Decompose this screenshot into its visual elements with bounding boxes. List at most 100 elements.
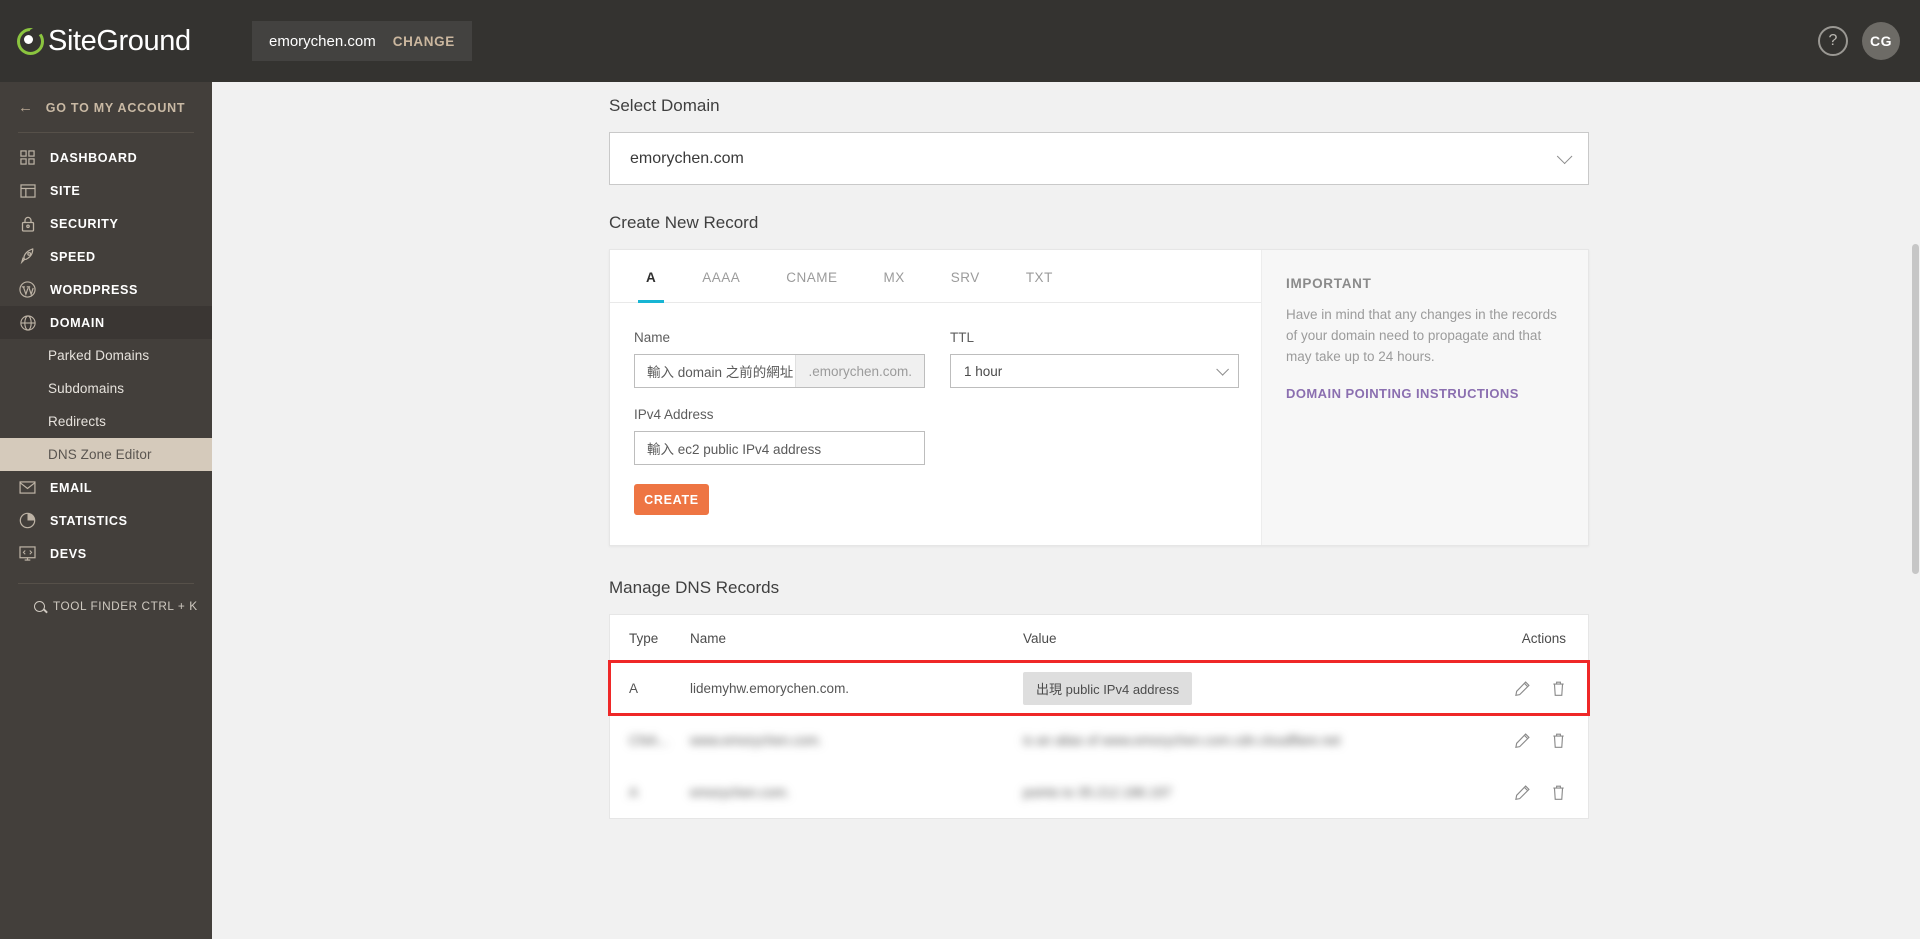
code-monitor-icon	[18, 544, 37, 563]
record-type-tabs: A AAAA CNAME MX SRV TXT	[610, 250, 1261, 303]
name-domain-suffix: .emorychen.com.	[795, 355, 924, 387]
pencil-icon[interactable]	[1514, 784, 1531, 801]
vertical-scrollbar[interactable]	[1911, 164, 1920, 939]
go-to-my-account-link[interactable]: ← GO TO MY ACCOUNT	[0, 82, 212, 132]
sidebar-item-domain[interactable]: DOMAIN	[0, 306, 212, 339]
trash-icon[interactable]	[1551, 784, 1566, 801]
current-domain-label: emorychen.com	[269, 32, 376, 50]
table-row[interactable]: A lidemyhw.emorychen.com. 出現 public IPv4…	[608, 660, 1590, 716]
sidebar-item-security[interactable]: SECURITY	[0, 207, 212, 240]
create-record-card: A AAAA CNAME MX SRV TXT Name 輸入 domain 之…	[609, 249, 1589, 546]
sidebar-item-email[interactable]: EMAIL	[0, 471, 212, 504]
ttl-field-group: TTL 1 hour	[950, 330, 1239, 388]
ttl-select[interactable]: 1 hour	[950, 354, 1239, 388]
pie-chart-icon	[18, 511, 37, 530]
pencil-icon[interactable]	[1514, 732, 1531, 749]
create-button[interactable]: CREATE	[634, 484, 709, 515]
sidebar-item-label: SITE	[50, 183, 81, 198]
column-header-value: Value	[1023, 630, 1057, 646]
content-column: Select Domain emorychen.com Create New R…	[608, 82, 1590, 819]
row-actions	[1438, 732, 1588, 749]
sidebar-subitem-subdomains[interactable]: Subdomains	[0, 372, 212, 405]
top-bar: SiteGround emorychen.com CHANGE ? CG	[0, 0, 1920, 82]
manage-records-section: Manage DNS Records Type Name Value Actio…	[608, 578, 1590, 819]
brand-logo[interactable]: SiteGround	[0, 25, 260, 58]
column-header-actions: Actions	[1521, 630, 1566, 646]
grid-icon	[18, 148, 37, 167]
tool-finder-button[interactable]: TOOL FINDER CTRL + K	[0, 584, 212, 613]
name-field-group: Name 輸入 domain 之前的網址 .emorychen.com.	[634, 330, 925, 388]
ipv4-field-group: IPv4 Address 輸入 ec2 public IPv4 address	[634, 407, 1237, 465]
ttl-value: 1 hour	[964, 363, 1003, 379]
sidebar-item-speed[interactable]: SPEED	[0, 240, 212, 273]
sidebar-divider	[18, 132, 194, 133]
scrollbar-thumb[interactable]	[1912, 244, 1919, 574]
sidebar-item-label: WORDPRESS	[50, 282, 138, 297]
sidebar-subitem-parked-domains[interactable]: Parked Domains	[0, 339, 212, 372]
create-record-title: Create New Record	[609, 213, 759, 232]
cell-type: A	[629, 784, 639, 800]
cell-value: is an alias of www.emorychen.com.cdn.clo…	[1023, 732, 1341, 748]
cell-value: 出現 public IPv4 address	[1023, 671, 1438, 705]
tab-aaaa[interactable]: AAAA	[702, 250, 740, 302]
sidebar-item-site[interactable]: SITE	[0, 174, 212, 207]
value-badge: 出現 public IPv4 address	[1023, 671, 1193, 705]
sidebar-subitem-dns-zone-editor[interactable]: DNS Zone Editor	[0, 438, 212, 471]
ipv4-input[interactable]: 輸入 ec2 public IPv4 address	[634, 431, 925, 465]
name-input[interactable]: 輸入 domain 之前的網址	[635, 355, 795, 387]
globe-icon	[18, 313, 37, 332]
sidebar-subitem-label: Parked Domains	[48, 348, 150, 363]
help-icon[interactable]: ?	[1818, 26, 1848, 56]
dns-records-table: Type Name Value Actions A lidemyhw.emory…	[608, 614, 1590, 819]
create-record-form-panel: A AAAA CNAME MX SRV TXT Name 輸入 domain 之…	[610, 250, 1261, 545]
pencil-icon[interactable]	[1514, 680, 1531, 697]
sidebar-item-wordpress[interactable]: WORDPRESS	[0, 273, 212, 306]
sidebar-item-dashboard[interactable]: DASHBOARD	[0, 141, 212, 174]
sidebar-item-label: SPEED	[50, 249, 96, 264]
tool-finder-label: TOOL FINDER CTRL + K	[53, 599, 198, 613]
column-header-name: Name	[690, 630, 727, 646]
sidebar-subitem-label: Redirects	[48, 414, 106, 429]
trash-icon[interactable]	[1551, 732, 1566, 749]
table-row[interactable]: CNA... www.emorychen.com. is an alias of…	[610, 714, 1588, 766]
sidebar-item-statistics[interactable]: STATISTICS	[0, 504, 212, 537]
sidebar-item-devs[interactable]: DEVS	[0, 537, 212, 570]
trash-icon[interactable]	[1551, 680, 1566, 697]
tab-mx[interactable]: MX	[884, 250, 905, 302]
siteground-logo-icon	[17, 27, 44, 55]
sidebar-item-label: DASHBOARD	[50, 150, 138, 165]
domain-chip[interactable]: emorychen.com CHANGE	[252, 21, 472, 61]
chevron-down-icon	[1556, 148, 1573, 165]
tab-srv[interactable]: SRV	[951, 250, 980, 302]
search-icon	[34, 600, 45, 612]
domain-select-value: emorychen.com	[630, 149, 744, 167]
sidebar-item-label: DEVS	[50, 546, 87, 561]
table-row[interactable]: A emorychen.com. points to 35.212.186.19…	[610, 766, 1588, 818]
cell-name: emorychen.com.	[690, 784, 790, 800]
cell-name: www.emorychen.com.	[690, 732, 823, 748]
row-actions	[1438, 784, 1588, 801]
sidebar-item-label: EMAIL	[50, 480, 93, 495]
rocket-icon	[18, 247, 37, 266]
sidebar-item-label: DOMAIN	[50, 315, 105, 330]
important-panel: IMPORTANT Have in mind that any changes …	[1261, 250, 1588, 545]
domain-pointing-instructions-link[interactable]: DOMAIN POINTING INSTRUCTIONS	[1286, 386, 1564, 401]
name-input-combo[interactable]: 輸入 domain 之前的網址 .emorychen.com.	[634, 354, 925, 388]
domain-select-dropdown[interactable]: emorychen.com	[609, 132, 1589, 185]
tab-a[interactable]: A	[637, 250, 665, 303]
brand-name: SiteGround	[48, 24, 191, 57]
sidebar-subitem-label: DNS Zone Editor	[48, 447, 152, 462]
avatar[interactable]: CG	[1862, 22, 1900, 60]
tab-txt[interactable]: TXT	[1026, 250, 1053, 302]
sidebar-subitem-redirects[interactable]: Redirects	[0, 405, 212, 438]
tab-cname[interactable]: CNAME	[786, 250, 837, 302]
important-title: IMPORTANT	[1286, 276, 1372, 291]
top-bar-right: ? CG	[1818, 22, 1920, 60]
go-to-my-account-label: GO TO MY ACCOUNT	[45, 100, 186, 115]
table-header-row: Type Name Value Actions	[610, 615, 1588, 662]
app-root: SiteGround emorychen.com CHANGE ? CG ← G…	[0, 0, 1920, 939]
important-text: Have in mind that any changes in the rec…	[1286, 307, 1557, 364]
envelope-icon	[18, 478, 37, 497]
change-domain-button[interactable]: CHANGE	[393, 34, 455, 49]
